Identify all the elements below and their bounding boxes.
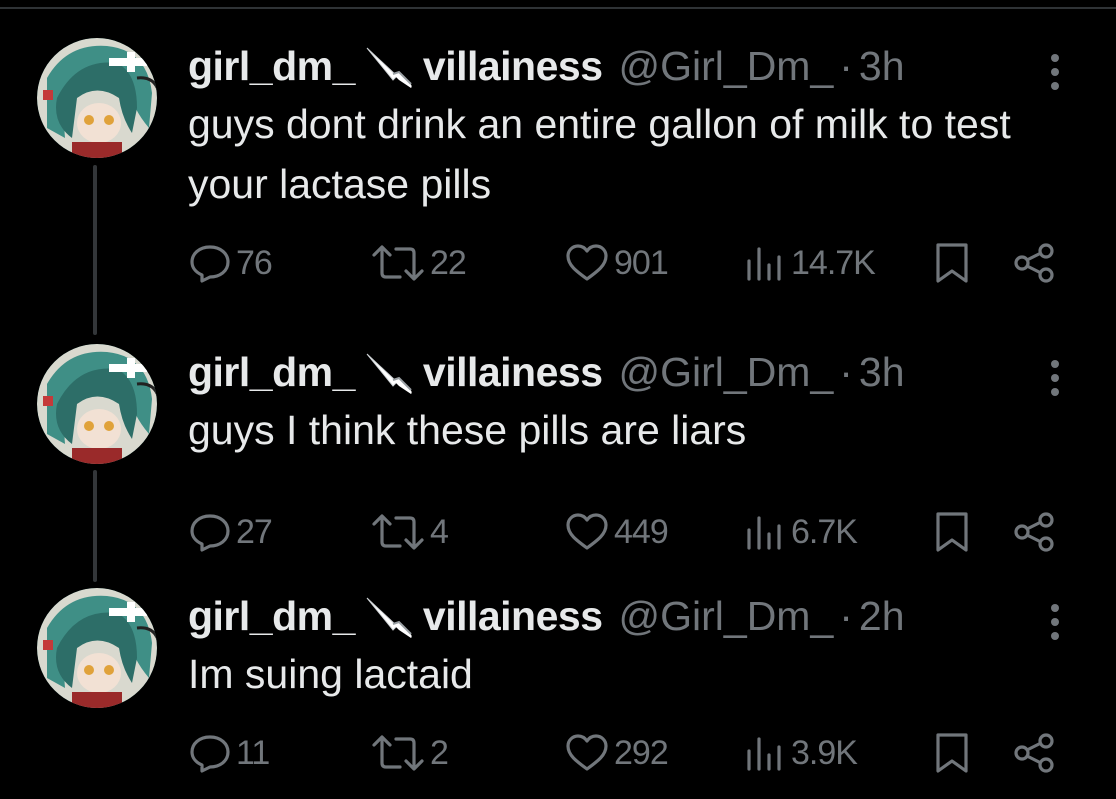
user-handle[interactable]: @Girl_Dm_: [619, 43, 834, 90]
display-name[interactable]: girl_dm_: [188, 593, 355, 640]
like-button[interactable]: 449: [564, 507, 669, 557]
like-count: 449: [614, 512, 669, 551]
like-button[interactable]: 901: [564, 238, 669, 288]
share-icon: [1012, 731, 1056, 775]
separator: ·: [839, 592, 853, 639]
share-button[interactable]: [1012, 507, 1056, 557]
user-handle[interactable]: @Girl_Dm_: [619, 349, 834, 396]
heart-icon: [564, 733, 610, 773]
timestamp[interactable]: 3h: [859, 349, 905, 396]
timestamp[interactable]: 2h: [859, 593, 905, 640]
reply-button[interactable]: 76: [188, 238, 273, 288]
timestamp[interactable]: 3h: [859, 43, 905, 90]
tweet-actions: 11 2 292 3.9K: [188, 728, 1088, 778]
views-button[interactable]: 14.7K: [743, 238, 876, 288]
reply-button[interactable]: 27: [188, 507, 273, 557]
share-icon: [1012, 510, 1056, 554]
display-name-suffix[interactable]: villainess: [423, 43, 603, 90]
knife-icon: [363, 348, 415, 396]
more-options-icon[interactable]: [1040, 358, 1070, 398]
retweet-count: 4: [430, 512, 449, 551]
tweet-header: girl_dm_ villainess @Girl_Dm_ · 3h: [188, 348, 905, 396]
views-icon: [743, 512, 787, 552]
like-button[interactable]: 292: [564, 728, 669, 778]
display-name[interactable]: girl_dm_: [188, 349, 355, 396]
share-button[interactable]: [1012, 238, 1056, 288]
reply-count: 11: [236, 733, 270, 772]
retweet-count: 22: [430, 243, 467, 282]
tweet-text: guys dont drink an entire gallon of milk…: [188, 101, 1011, 207]
reply-icon: [188, 733, 232, 773]
tweet-actions: 27 4 449 6.7K: [188, 507, 1088, 557]
display-name-suffix[interactable]: villainess: [423, 593, 603, 640]
bookmark-icon: [932, 731, 972, 775]
views-button[interactable]: 3.9K: [743, 728, 858, 778]
tweet-header: girl_dm_ villainess @Girl_Dm_ · 2h: [188, 592, 905, 640]
views-count: 3.9K: [791, 733, 858, 772]
heart-icon: [564, 243, 610, 283]
tweet-text: guys I think these pills are liars: [188, 407, 747, 453]
views-button[interactable]: 6.7K: [743, 507, 858, 557]
user-handle[interactable]: @Girl_Dm_: [619, 593, 834, 640]
avatar-image: [37, 344, 157, 464]
reply-icon: [188, 243, 232, 283]
retweet-icon: [370, 733, 426, 773]
avatar[interactable]: [37, 588, 157, 708]
separator: ·: [839, 348, 853, 395]
bookmark-button[interactable]: [932, 238, 972, 288]
views-icon: [743, 243, 787, 283]
display-name[interactable]: girl_dm_: [188, 43, 355, 90]
avatar-image: [37, 38, 157, 158]
share-button[interactable]: [1012, 728, 1056, 778]
bookmark-icon: [932, 241, 972, 285]
retweet-button[interactable]: 2: [370, 728, 449, 778]
top-divider: [0, 7, 1116, 9]
reply-button[interactable]: 11: [188, 728, 270, 778]
tweet-text: Im suing lactaid: [188, 651, 473, 697]
tweet-header: girl_dm_ villainess @Girl_Dm_ · 3h: [188, 42, 905, 90]
reply-count: 27: [236, 512, 273, 551]
retweet-icon: [370, 512, 426, 552]
more-options-icon[interactable]: [1040, 52, 1070, 92]
bookmark-button[interactable]: [932, 507, 972, 557]
retweet-button[interactable]: 22: [370, 238, 467, 288]
bookmark-icon: [932, 510, 972, 554]
separator: ·: [839, 42, 853, 89]
knife-icon: [363, 592, 415, 640]
tweet-actions: 76 22 901 14.7K: [188, 238, 1088, 288]
avatar[interactable]: [37, 38, 157, 158]
views-count: 6.7K: [791, 512, 858, 551]
reply-count: 76: [236, 243, 273, 282]
knife-icon: [363, 42, 415, 90]
retweet-button[interactable]: 4: [370, 507, 449, 557]
reply-icon: [188, 512, 232, 552]
like-count: 292: [614, 733, 669, 772]
thread-connector: [93, 165, 97, 335]
avatar[interactable]: [37, 344, 157, 464]
like-count: 901: [614, 243, 669, 282]
bookmark-button[interactable]: [932, 728, 972, 778]
thread-connector: [93, 470, 97, 582]
share-icon: [1012, 241, 1056, 285]
avatar-image: [37, 588, 157, 708]
retweet-count: 2: [430, 733, 449, 772]
retweet-icon: [370, 243, 426, 283]
views-count: 14.7K: [791, 243, 876, 282]
more-options-icon[interactable]: [1040, 602, 1070, 642]
display-name-suffix[interactable]: villainess: [423, 349, 603, 396]
heart-icon: [564, 512, 610, 552]
views-icon: [743, 733, 787, 773]
